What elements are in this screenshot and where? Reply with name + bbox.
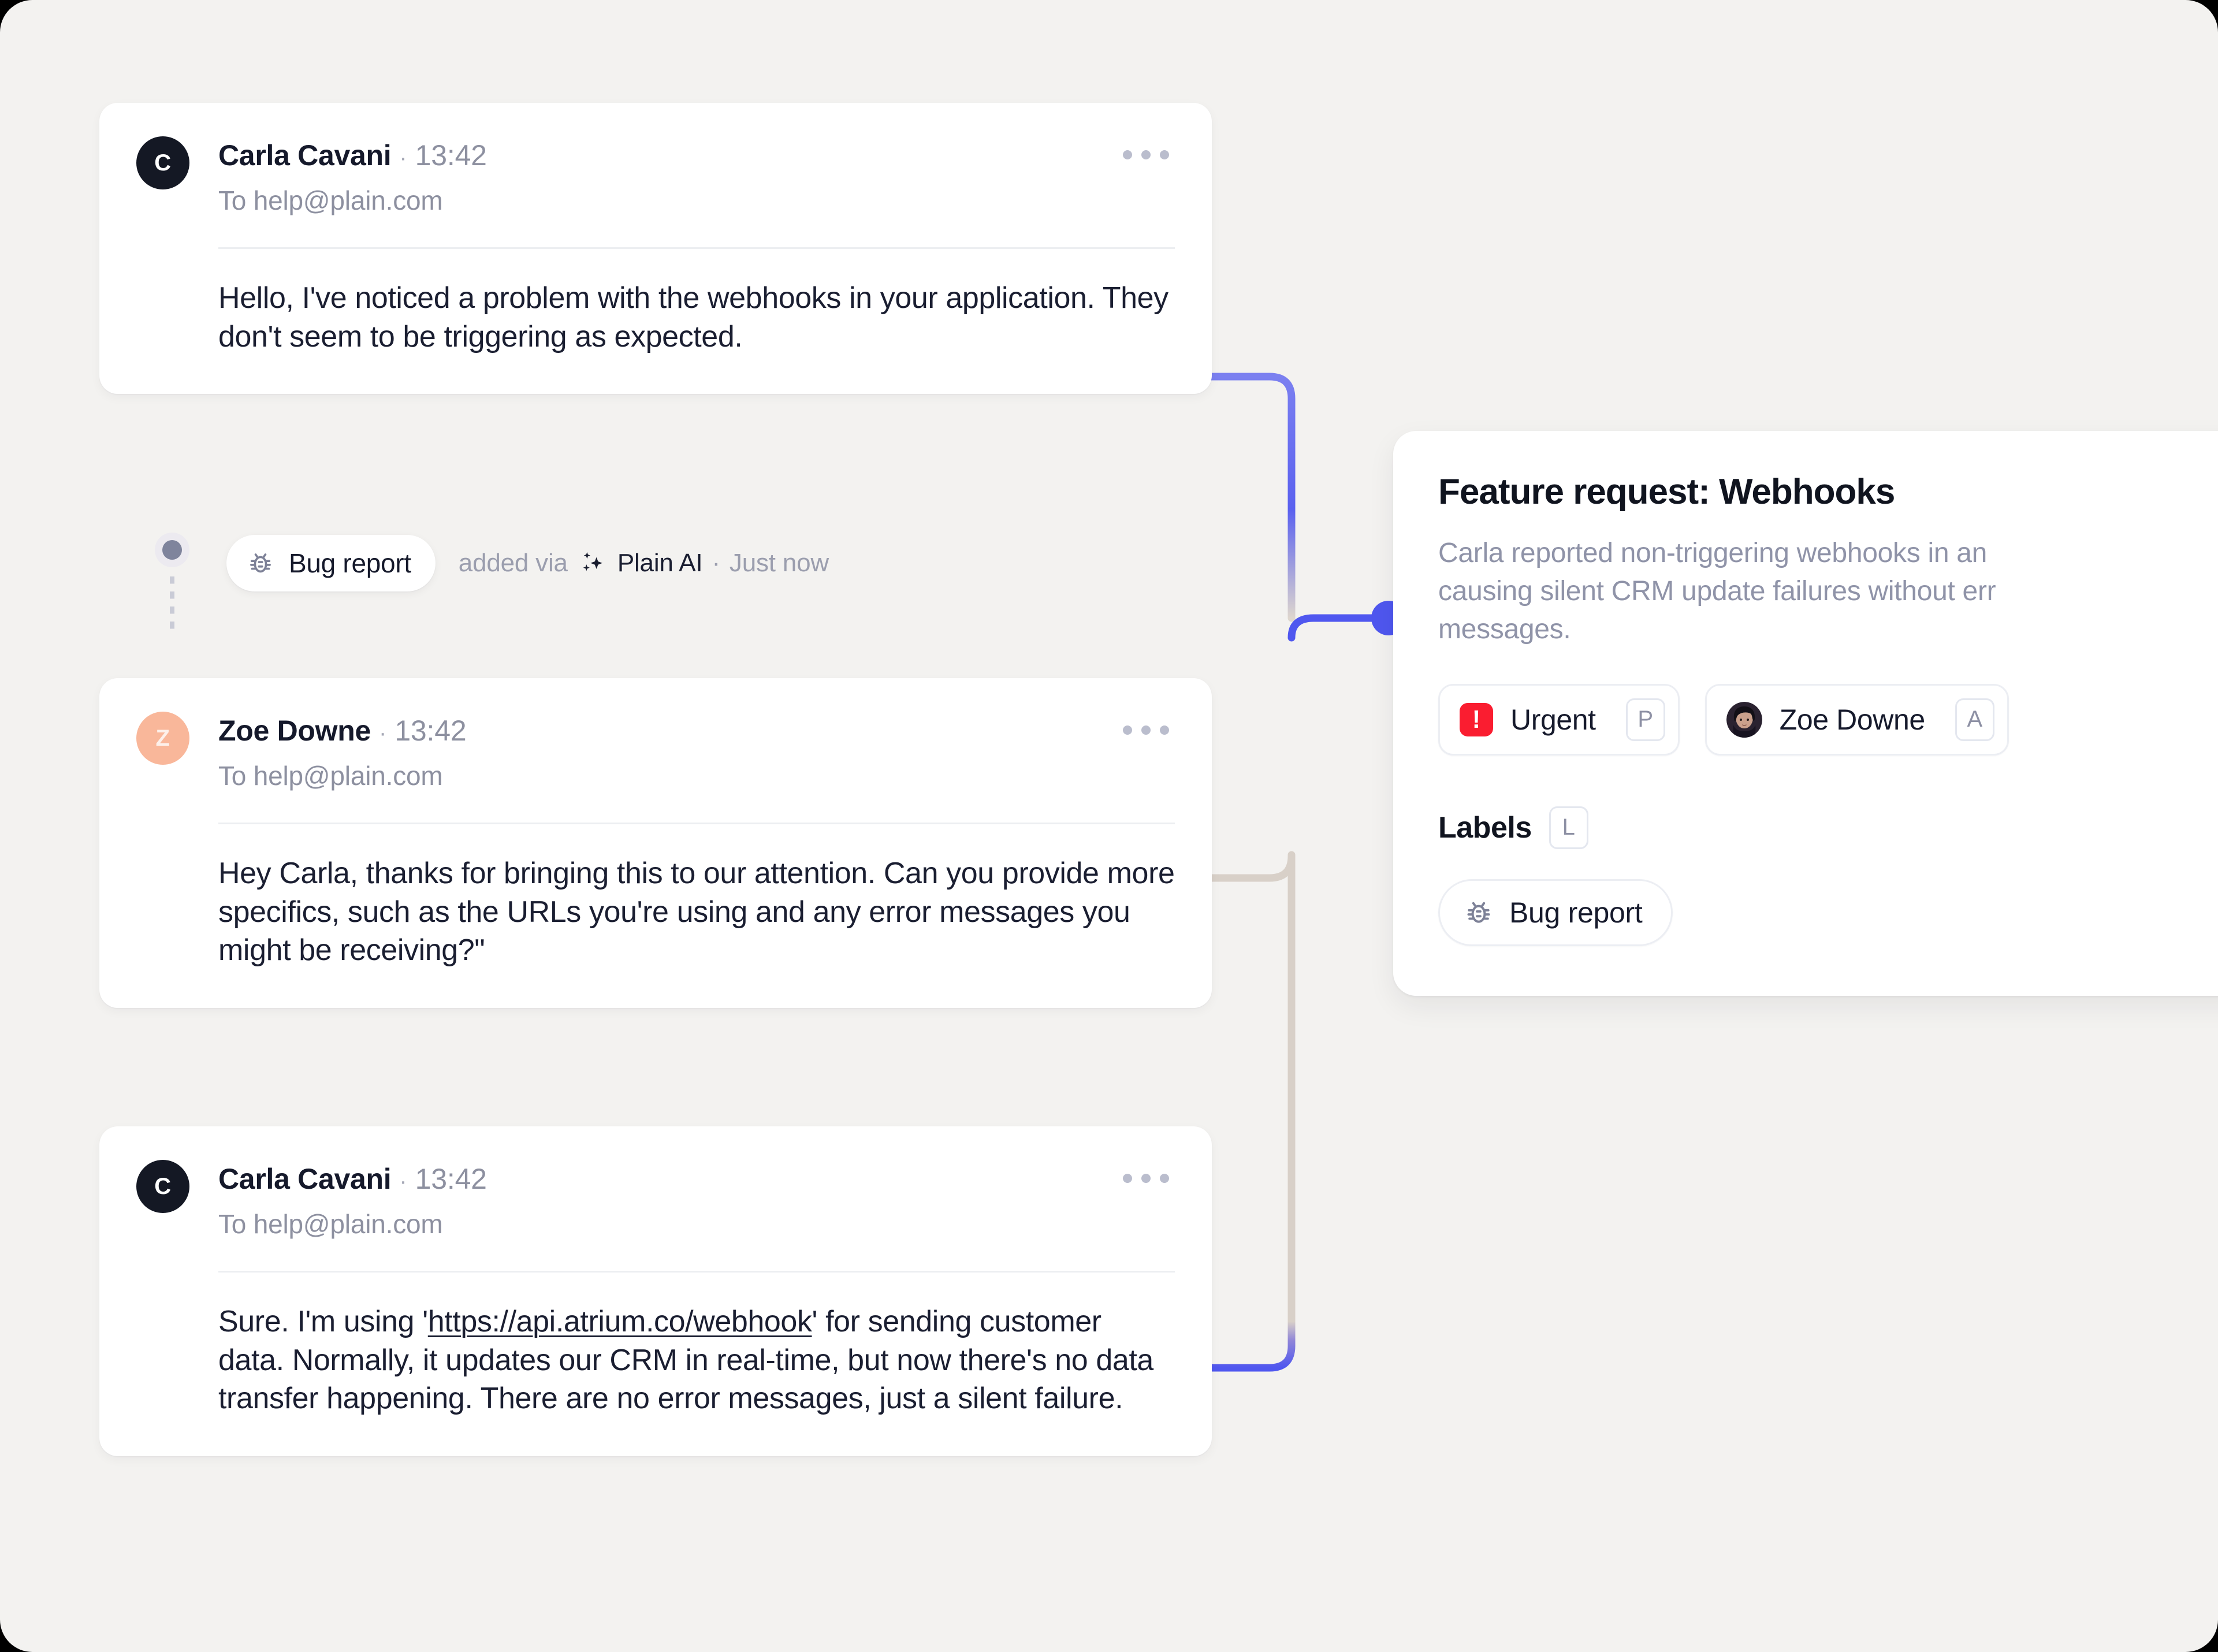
labels-shortcut-key: L [1549,806,1588,849]
avatar: Z [136,712,189,765]
divider [218,247,1175,249]
dot [1123,1174,1132,1183]
event-source-name[interactable]: Plain AI [617,549,703,578]
dot [1141,1174,1151,1183]
message-body: Hey Carla, thanks for bringing this to o… [218,854,1175,970]
dot [1141,150,1151,159]
timeline-marker [154,533,191,637]
message-menu-button[interactable] [1117,1168,1175,1189]
event-timestamp: Just now [729,549,829,577]
sparkles-icon [578,548,608,578]
message-body: Hello, I've noticed a problem with the w… [218,279,1175,356]
badge-label: Bug report [289,548,411,578]
separator: · [712,549,720,577]
separator: · [399,1169,407,1194]
message-sender: Zoe Downe [218,715,371,747]
avatar: C [136,1160,189,1213]
assignee-label: Zoe Downe [1779,703,1925,736]
message-text: Hello, I've noticed a problem with the w… [218,281,1168,354]
message-recipient: To help@plain.com [218,1209,443,1239]
separator: · [378,720,387,746]
message-time: 13:42 [395,715,467,747]
message-header: C Carla Cavani · 13:42 To help@plain.com [136,136,1175,216]
message-card[interactable]: C Carla Cavani · 13:42 To help@plain.com [99,1126,1212,1456]
message-sender: Carla Cavani [218,139,392,172]
message-time: 13:42 [415,1163,487,1195]
priority-label: Urgent [1510,703,1596,736]
priority-chip[interactable]: ! Urgent P [1438,683,1680,756]
assignee-shortcut-key: A [1955,698,1994,741]
message-text: Sure. I'm using ' [218,1305,428,1338]
issue-detail-panel: Feature request: Webhooks Carla reported… [1393,431,2218,996]
dot [1141,725,1151,735]
timeline-dot [162,540,182,560]
message-card[interactable]: Z Zoe Downe · 13:42 To help@plain.com He… [99,678,1212,1008]
assignee-chip[interactable]: Zoe Downe A [1705,683,2009,756]
issue-description: Carla reported non-triggering webhooks i… [1438,538,1996,645]
timeline-dotted-line [170,576,174,637]
label-chip-bug-report[interactable]: Bug report [1438,879,1673,946]
app-canvas: C Carla Cavani · 13:42 To help@plain.com [0,0,2218,1652]
message-time: 13:42 [415,139,487,172]
separator: · [399,145,407,170]
bug-icon [247,550,274,576]
labels-title: Labels [1438,810,1532,844]
divider [218,823,1175,824]
divider [218,1271,1175,1273]
label-badge-bug-report[interactable]: Bug report [226,535,436,591]
message-recipient: To help@plain.com [218,185,443,215]
dot [1160,150,1169,159]
dot [1123,725,1132,735]
message-text: Hey Carla, thanks for bringing this to o… [218,857,1175,968]
message-sender: Carla Cavani [218,1163,392,1195]
timeline-event: Bug report added via Plain AI · Just now [99,533,829,637]
priority-shortcut-key: P [1625,698,1665,741]
avatar: C [136,136,189,189]
avatar-icon [1726,701,1762,738]
dot [1160,725,1169,735]
message-recipient: To help@plain.com [218,761,443,791]
message-menu-button[interactable] [1117,144,1175,165]
page-title: Feature request: Webhooks [1438,472,1895,512]
issue-attributes: ! Urgent P Zoe Downe A [1438,683,2215,756]
timeline-dot-ring [155,533,189,567]
message-card[interactable]: C Carla Cavani · 13:42 To help@plain.com [99,103,1212,395]
message-header: Z Zoe Downe · 13:42 To help@plain.com [136,712,1175,791]
dot [1123,150,1132,159]
bug-icon [1464,898,1493,927]
label-chip-text: Bug report [1509,896,1643,929]
message-menu-button[interactable] [1117,720,1175,741]
webhook-url-link[interactable]: https://api.atrium.co/webhook [428,1305,812,1338]
event-meta-prefix: added via [458,549,568,577]
labels-section-header: Labels L [1438,806,2215,849]
dot [1160,1174,1169,1183]
message-body: Sure. I'm using 'https://api.atrium.co/w… [218,1303,1175,1418]
priority-urgent-icon: ! [1460,702,1493,736]
event-meta: added via Plain AI · Just now [459,548,829,578]
message-header: C Carla Cavani · 13:42 To help@plain.com [136,1160,1175,1240]
